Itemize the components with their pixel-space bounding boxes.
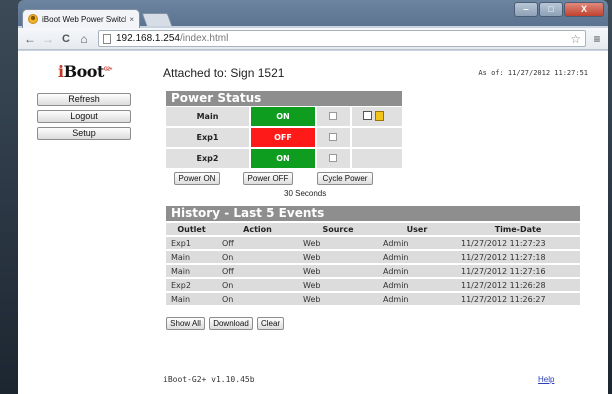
outlet-checkbox[interactable] [329, 133, 337, 141]
outlet-name: Main [166, 107, 249, 126]
refresh-button[interactable]: Refresh [37, 93, 131, 106]
close-window-button[interactable]: X [564, 2, 604, 17]
reload-icon[interactable]: C [58, 33, 74, 45]
bookmark-star-icon[interactable]: ☆ [570, 32, 581, 46]
tab-close-icon[interactable]: × [129, 15, 134, 24]
outlet-checkbox[interactable] [329, 112, 337, 120]
cell-outlet: Main [166, 293, 217, 305]
cell-user: Admin [378, 265, 456, 277]
cell-user: Admin [378, 237, 456, 249]
outlet-state[interactable]: ON [251, 107, 315, 126]
cell-outlet: Exp1 [166, 237, 217, 249]
cell-source: Web [298, 237, 378, 249]
cell-time-date: 11/27/2012 11:26:27 [456, 293, 580, 305]
cell-outlet: Main [166, 265, 217, 277]
power-off-button[interactable]: Power OFF [243, 172, 293, 185]
setup-button[interactable]: Setup [37, 127, 131, 140]
column-header: User [378, 223, 456, 235]
logout-button[interactable]: Logout [37, 110, 131, 123]
show-all-button[interactable]: Show All [166, 317, 205, 330]
column-header: Source [298, 223, 378, 235]
minimize-button[interactable]: ‒ [514, 2, 538, 17]
favicon-icon: ☻ [28, 14, 38, 24]
cell-time-date: 11/27/2012 11:27:16 [456, 265, 580, 277]
cell-source: Web [298, 251, 378, 263]
cell-action: Off [217, 237, 298, 249]
outlet-name: Exp1 [166, 128, 249, 147]
forward-icon[interactable]: → [40, 32, 56, 46]
outlet-checkbox[interactable] [329, 154, 337, 162]
cell-outlet: Main [166, 251, 217, 263]
maximize-button[interactable]: □ [539, 2, 563, 17]
iboot-logo: iBootG2+ [58, 62, 112, 81]
cell-user: Admin [378, 293, 456, 305]
browser-window: ‒ □ X ☻ iBoot Web Power Switch × ← → C ⌂… [18, 0, 608, 394]
url-host: 192.168.1.254 [116, 33, 180, 44]
browser-tab[interactable]: ☻ iBoot Web Power Switch × [22, 9, 140, 28]
as-of-timestamp: As of: 11/27/2012 11:27:51 [478, 69, 588, 77]
cell-action: On [217, 251, 298, 263]
history-header-row: Outlet Action Source User Time-Date [166, 223, 580, 235]
cell-time-date: 11/27/2012 11:26:28 [456, 279, 580, 291]
page-icon [103, 33, 111, 44]
tab-title: iBoot Web Power Switch [42, 14, 127, 24]
power-on-button[interactable]: Power ON [174, 172, 220, 185]
cell-action: On [217, 279, 298, 291]
help-link[interactable]: Help [538, 375, 554, 384]
cell-action: On [217, 293, 298, 305]
table-row: Main On Web Admin 11/27/2012 11:26:27 [166, 293, 580, 305]
new-tab-button[interactable] [141, 13, 173, 26]
attached-device-label: Attached to: Sign 1521 [163, 66, 285, 80]
browser-toolbar: ← → C ⌂ 192.168.1.254/index.html ☆ ≡ [18, 28, 608, 50]
cell-action: Off [217, 265, 298, 277]
history-title: History - Last 5 Events [166, 206, 580, 221]
history-table: Outlet Action Source User Time-Date Exp1… [166, 221, 580, 307]
table-row: Main Off Web Admin 11/27/2012 11:27:16 [166, 265, 580, 277]
home-icon[interactable]: ⌂ [76, 32, 92, 46]
outlet-state[interactable]: OFF [251, 128, 315, 147]
power-status-title: Power Status [166, 91, 402, 106]
cell-source: Web [298, 293, 378, 305]
cell-source: Web [298, 265, 378, 277]
column-header: Outlet [166, 223, 217, 235]
clear-button[interactable]: Clear [257, 317, 284, 330]
cell-outlet: Exp2 [166, 279, 217, 291]
lock-icon[interactable] [375, 111, 384, 121]
cycle-duration: 30 Seconds [284, 189, 327, 198]
cycle-power-button[interactable]: Cycle Power [317, 172, 373, 185]
cell-time-date: 11/27/2012 11:27:18 [456, 251, 580, 263]
back-icon[interactable]: ← [22, 32, 38, 46]
download-button[interactable]: Download [209, 317, 253, 330]
cell-user: Admin [378, 251, 456, 263]
column-header: Time-Date [456, 223, 580, 235]
window-controls: ‒ □ X [513, 2, 604, 17]
outlet-name: Exp2 [166, 149, 249, 168]
column-header: Action [217, 223, 298, 235]
menu-icon[interactable]: ≡ [590, 32, 604, 46]
table-row: Exp1 Off Web Admin 11/27/2012 11:27:23 [166, 237, 580, 249]
firmware-version: iBoot-G2+ v1.10.45b [163, 375, 255, 384]
table-row: Main On Web Admin 11/27/2012 11:27:18 [166, 251, 580, 263]
outlet-state[interactable]: ON [251, 149, 315, 168]
page-content: iBootG2+ Refresh Logout Setup Attached t… [18, 51, 608, 394]
cell-user: Admin [378, 279, 456, 291]
table-row: Exp2 On Web Admin 11/27/2012 11:26:28 [166, 279, 580, 291]
cell-time-date: 11/27/2012 11:27:23 [456, 237, 580, 249]
outlet-status-icon[interactable] [363, 111, 372, 120]
cell-source: Web [298, 279, 378, 291]
url-path: /index.html [179, 33, 229, 44]
address-bar[interactable]: 192.168.1.254/index.html ☆ [98, 30, 586, 47]
